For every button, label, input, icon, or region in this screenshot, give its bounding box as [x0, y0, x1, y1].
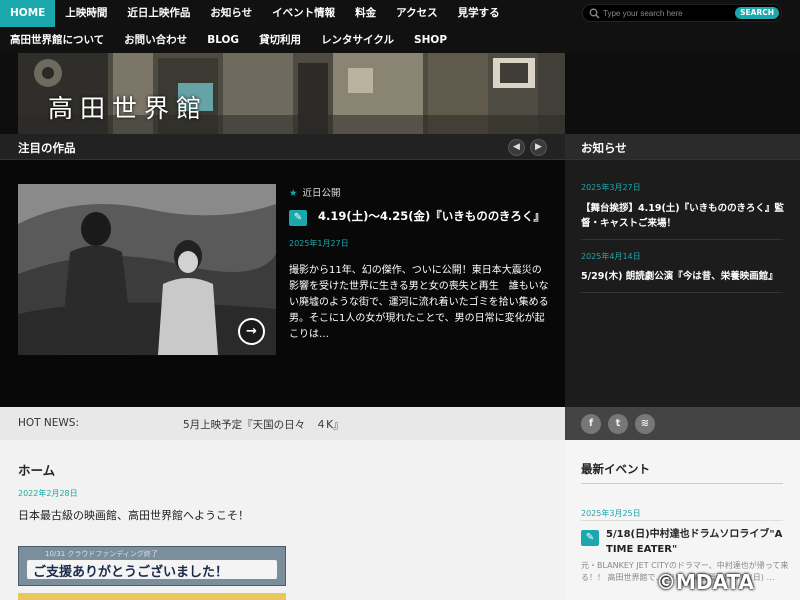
news-sidebar: お知らせ 2025年3月27日 【舞台挨拶】4.19(土)『いきもののきろく』監…: [565, 134, 800, 407]
search-icon: [589, 8, 600, 19]
facebook-icon[interactable]: f: [581, 414, 601, 434]
main-menu: HOME 上映時間 近日上映作品 お知らせ イベント情報 料金 アクセス 見学す…: [0, 0, 510, 27]
page-title: ホーム: [18, 463, 56, 478]
news-title[interactable]: 5/29(木) 朗読劇公演『今は昔、栄養映画館』: [581, 269, 786, 284]
nav-events[interactable]: イベント情報: [262, 0, 345, 27]
news-date: 2025年3月27日: [581, 183, 641, 192]
events-heading: 最新イベント: [581, 462, 650, 476]
featured-title[interactable]: ✎ 4.19(土)〜4.25(金)『いきもののきろく』: [289, 208, 545, 226]
nav-tour[interactable]: 見学する: [448, 0, 510, 27]
category-label: 近日公開: [302, 188, 341, 199]
nav-showtimes[interactable]: 上映時間: [55, 0, 117, 27]
crowdfunding-note: 10/31 クラウドファンディング終了: [45, 550, 158, 558]
featured-image[interactable]: →: [18, 184, 276, 355]
featured-header: 注目の作品 ◀ ▶: [0, 134, 565, 160]
event-title[interactable]: ✎ 5/18(日)中村達也ドラムソロライブ"A TIME EATER": [581, 527, 791, 557]
search-input[interactable]: [603, 7, 728, 20]
nav-home[interactable]: HOME: [0, 0, 56, 27]
twitter-icon[interactable]: t: [608, 414, 628, 434]
rss-icon[interactable]: ≋: [635, 414, 655, 434]
event-title-text[interactable]: 5/18(日)中村達也ドラムソロライブ"A TIME EATER": [606, 529, 782, 555]
nav-blog[interactable]: BLOG: [197, 27, 249, 53]
nav-prices[interactable]: 料金: [345, 0, 386, 27]
nav-rental[interactable]: 貸切利用: [249, 27, 311, 53]
nav-upcoming[interactable]: 近日上映作品: [117, 0, 200, 27]
search-button[interactable]: SEARCH: [735, 7, 779, 19]
nav-notices[interactable]: お知らせ: [200, 0, 262, 27]
news-divider: [581, 292, 783, 293]
nav-about[interactable]: 高田世界館について: [0, 27, 114, 53]
star-icon: ★: [289, 188, 298, 199]
watermark: ©MDATA: [656, 570, 754, 594]
featured-heading: 注目の作品: [18, 141, 76, 155]
hot-news-ticker[interactable]: 5月上映予定『天国の日々 ４K』: [183, 417, 344, 432]
featured-section: 注目の作品 ◀ ▶ → ★ 近日公開 ✎ 4.19(土)〜4.25(金)『いきものの…: [0, 134, 565, 407]
events-divider: [581, 483, 783, 484]
featured-title-text[interactable]: 4.19(土)〜4.25(金)『いきもののきろく』: [318, 209, 545, 223]
featured-excerpt: 撮影から11年、幻の傑作、ついに公開！東日本大震災の影響を受けた世界に生きる男と…: [289, 265, 549, 340]
secondary-menu: 高田世界館について お問い合わせ BLOG 貸切利用 レンタサイクル SHOP: [0, 27, 457, 53]
top-navigation: HOME 上映時間 近日上映作品 お知らせ イベント情報 料金 アクセス 見学す…: [0, 0, 800, 53]
nav-shop[interactable]: SHOP: [404, 27, 457, 53]
nav-contact[interactable]: お問い合わせ: [114, 27, 197, 53]
nav-access[interactable]: アクセス: [386, 0, 447, 27]
nav-rent-a-cycle[interactable]: レンタサイクル: [311, 27, 404, 53]
header-banner[interactable]: 高田世界館: [18, 53, 565, 134]
news-date: 2025年4月14日: [581, 252, 641, 261]
news-title[interactable]: 【舞台挨拶】4.19(土)『いきもののきろく』監督・キャストご来場！: [581, 201, 786, 231]
main-content: ホーム 2022年2月28日 日本最古級の映画館、高田世界館へようこそ！ 10/…: [0, 440, 565, 600]
read-more-arrow-icon[interactable]: →: [238, 318, 265, 345]
news-divider: [581, 239, 783, 240]
pencil-icon: ✎: [581, 530, 599, 546]
hot-news-label: HOT NEWS:: [18, 417, 79, 429]
pencil-icon: ✎: [289, 210, 307, 226]
news-header: お知らせ: [565, 134, 800, 160]
yellow-banner[interactable]: [18, 593, 286, 600]
hot-news-bar: HOT NEWS: 5月上映予定『天国の日々 ４K』: [0, 407, 565, 440]
next-arrow-icon[interactable]: ▶: [530, 139, 547, 156]
crowdfunding-banner[interactable]: 10/31 クラウドファンディング終了 ご支援ありがとうございました！: [18, 546, 286, 586]
post-date: 2022年2月28日: [18, 489, 78, 498]
featured-category: ★ 近日公開: [289, 185, 341, 199]
welcome-text: 日本最古級の映画館、高田世界館へようこそ！: [18, 509, 249, 522]
site-title: 高田世界館: [48, 94, 209, 123]
event-divider: [581, 520, 783, 521]
social-links: f t ≋: [565, 407, 800, 440]
search-box: SEARCH: [582, 4, 782, 22]
news-heading: お知らせ: [581, 141, 627, 155]
crowdfunding-thanks: ご支援ありがとうございました！: [33, 565, 229, 580]
prev-arrow-icon[interactable]: ◀: [508, 139, 525, 156]
featured-date: 2025年1月27日: [289, 239, 349, 248]
event-date: 2025年3月25日: [581, 509, 641, 518]
